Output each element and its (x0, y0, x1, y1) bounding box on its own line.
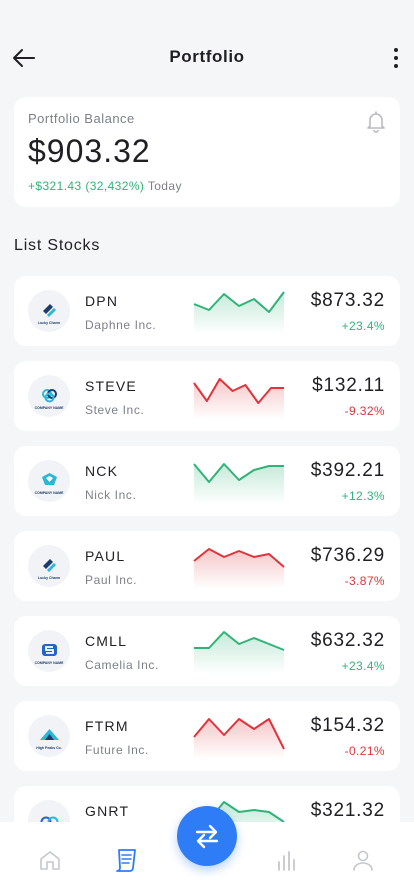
stock-sparkline (193, 548, 285, 589)
stock-sparkline (193, 463, 284, 504)
stock-change: +23.4% (341, 319, 385, 333)
notification-button[interactable] (364, 109, 388, 133)
stock-card-nck[interactable]: COMPANY NAME NCK Nick Inc. $392.21 +12.3% (14, 446, 400, 516)
balance-change: +$321.43 (32,432%) Today (28, 179, 182, 193)
company-logo: COMPANY NAME (28, 375, 70, 417)
nav-stats[interactable] (273, 846, 301, 874)
stock-sparkline (194, 631, 285, 674)
company-logo: Lucky Charm (28, 545, 70, 587)
stock-change: +12.3% (341, 489, 385, 503)
balance-label: Portfolio Balance (28, 111, 135, 126)
app-header: Portfolio (0, 0, 414, 110)
company-logo-icon (39, 728, 59, 740)
home-icon (40, 851, 60, 870)
stock-change: -0.21% (344, 744, 385, 758)
stock-ticker: GNRT (85, 803, 130, 819)
nav-profile[interactable] (349, 846, 377, 874)
stock-company-name: Camelia Inc. (85, 658, 159, 672)
user-icon (353, 850, 373, 871)
stock-price: $132.11 (312, 375, 385, 396)
bell-icon (367, 111, 385, 133)
portfolio-balance-card: Portfolio Balance $903.32 +$321.43 (32,4… (14, 97, 400, 207)
stock-price: $154.32 (310, 715, 385, 736)
stock-change: -3.87% (344, 574, 385, 588)
stock-card-ftrm[interactable]: High Peaks Co. FTRM Future Inc. $154.32 -0.2… (14, 701, 400, 771)
sparkline-area (194, 632, 284, 674)
stock-price: $321.32 (310, 800, 385, 821)
stock-company-name: Nick Inc. (85, 488, 137, 502)
stock-sparkline (193, 291, 285, 334)
section-title-list-stocks: List Stocks (14, 237, 101, 254)
stock-ticker: NCK (85, 463, 119, 479)
stock-card-paul[interactable]: Lucky Charm PAUL Paul Inc. $736.29 -3.87% (14, 531, 400, 601)
stock-sparkline (193, 378, 284, 419)
nav-portfolio[interactable] (112, 846, 140, 874)
company-logo-icon (41, 388, 57, 402)
stock-change: -9.32% (344, 404, 385, 418)
document-icon (116, 849, 136, 872)
stock-company-name: Future Inc. (85, 743, 149, 757)
company-logo-icon (41, 472, 57, 485)
company-logo-caption: COMPANY NAME (34, 405, 64, 410)
company-logo-icon (41, 643, 57, 656)
balance-change-amount: +$321.43 (32,432%) (28, 179, 145, 193)
nav-home[interactable] (36, 846, 64, 874)
company-logo: High Peaks Co. (28, 715, 70, 757)
stock-price: $873.32 (310, 290, 385, 311)
more-vertical-icon (394, 48, 398, 52)
stock-company-name: Daphne Inc. (85, 318, 157, 332)
more-options-button[interactable] (386, 44, 406, 72)
stock-company-name: Paul Inc. (85, 573, 138, 587)
stock-ticker: FTRM (85, 718, 129, 734)
company-logo: COMPANY NAME (28, 460, 70, 502)
balance-value: $903.32 (28, 133, 151, 169)
sparkline-area (194, 464, 284, 504)
swap-arrows-icon (195, 824, 219, 849)
stock-ticker: CMLL (85, 633, 128, 649)
company-logo: Lucky Charm (28, 290, 70, 332)
company-logo-icon (42, 558, 56, 572)
stock-card-dpn[interactable]: Lucky Charm DPN Daphne Inc. $873.32 +23.4% (14, 276, 400, 346)
stock-card-cmll[interactable]: COMPANY NAME CMLL Camelia Inc. $632.32 +23.4… (14, 616, 400, 686)
company-logo-caption: Lucky Charm (37, 575, 61, 580)
stock-card-steve[interactable]: COMPANY NAME STEVE Steve Inc. $132.11 -9.32% (14, 361, 400, 431)
sparkline-area (194, 719, 284, 759)
stock-sparkline (193, 718, 285, 759)
stock-price: $736.29 (310, 545, 385, 566)
stock-price: $632.32 (310, 630, 385, 651)
stock-ticker: STEVE (85, 378, 137, 394)
company-logo: COMPANY NAME (28, 630, 70, 672)
balance-change-period: Today (147, 179, 182, 193)
stock-ticker: PAUL (85, 548, 126, 564)
company-logo-caption: Lucky Charm (37, 320, 61, 325)
sparkline-area (194, 292, 284, 334)
stock-ticker: DPN (85, 293, 119, 309)
bar-chart-icon (278, 851, 295, 871)
stock-company-name: Steve Inc. (85, 403, 145, 417)
stock-price: $392.21 (310, 460, 385, 481)
transfer-fab-button[interactable] (177, 806, 237, 866)
company-logo-caption: High Peaks Co. (36, 745, 62, 750)
company-logo-caption: COMPANY NAME (34, 660, 64, 665)
page-title: Portfolio (169, 47, 245, 66)
company-logo-icon (42, 303, 56, 317)
stock-change: +23.4% (341, 659, 385, 673)
company-logo-caption: COMPANY NAME (34, 490, 64, 495)
